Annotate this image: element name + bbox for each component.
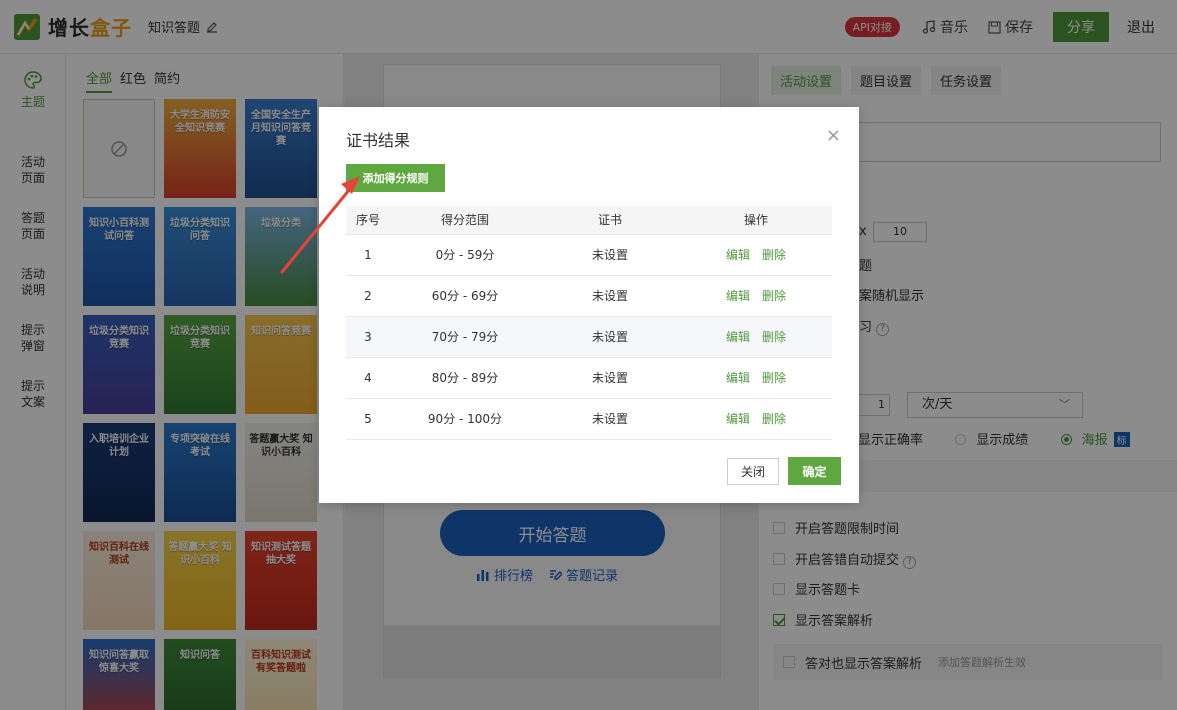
col-cert: 证书 xyxy=(540,206,680,235)
table-row: 1 0分 - 59分 未设置 编辑 删除 xyxy=(346,234,832,276)
edit-link[interactable]: 编辑 xyxy=(726,371,750,385)
edit-link[interactable]: 编辑 xyxy=(726,248,750,262)
delete-link[interactable]: 删除 xyxy=(762,330,786,344)
edit-link[interactable]: 编辑 xyxy=(726,289,750,303)
table-row: 4 80分 - 89分 未设置 编辑 删除 xyxy=(346,357,832,399)
modal-title: 证书结果 xyxy=(346,131,411,150)
close-icon[interactable]: × xyxy=(826,127,841,145)
edit-link[interactable]: 编辑 xyxy=(726,412,750,426)
col-actions: 操作 xyxy=(680,206,832,235)
delete-link[interactable]: 删除 xyxy=(762,412,786,426)
col-range: 得分范围 xyxy=(390,206,540,235)
score-rule-table: 序号 得分范围 证书 操作 1 0分 - 59分 未设置 编辑 删除 2 60分 … xyxy=(346,206,832,440)
close-button[interactable]: 关闭 xyxy=(727,458,779,485)
edit-link[interactable]: 编辑 xyxy=(726,330,750,344)
add-score-rule-button[interactable]: 添加得分规则 xyxy=(346,164,445,192)
delete-link[interactable]: 删除 xyxy=(762,289,786,303)
confirm-button[interactable]: 确定 xyxy=(788,457,841,485)
table-row: 2 60分 - 69分 未设置 编辑 删除 xyxy=(346,275,832,317)
certificate-result-modal: 证书结果 × 添加得分规则 序号 得分范围 证书 操作 1 0分 - 59分 未… xyxy=(319,107,859,503)
table-row: 5 90分 - 100分 未设置 编辑 删除 xyxy=(346,398,832,440)
delete-link[interactable]: 删除 xyxy=(762,248,786,262)
col-index: 序号 xyxy=(346,206,390,235)
table-row: 3 70分 - 79分 未设置 编辑 删除 xyxy=(346,316,832,358)
delete-link[interactable]: 删除 xyxy=(762,371,786,385)
